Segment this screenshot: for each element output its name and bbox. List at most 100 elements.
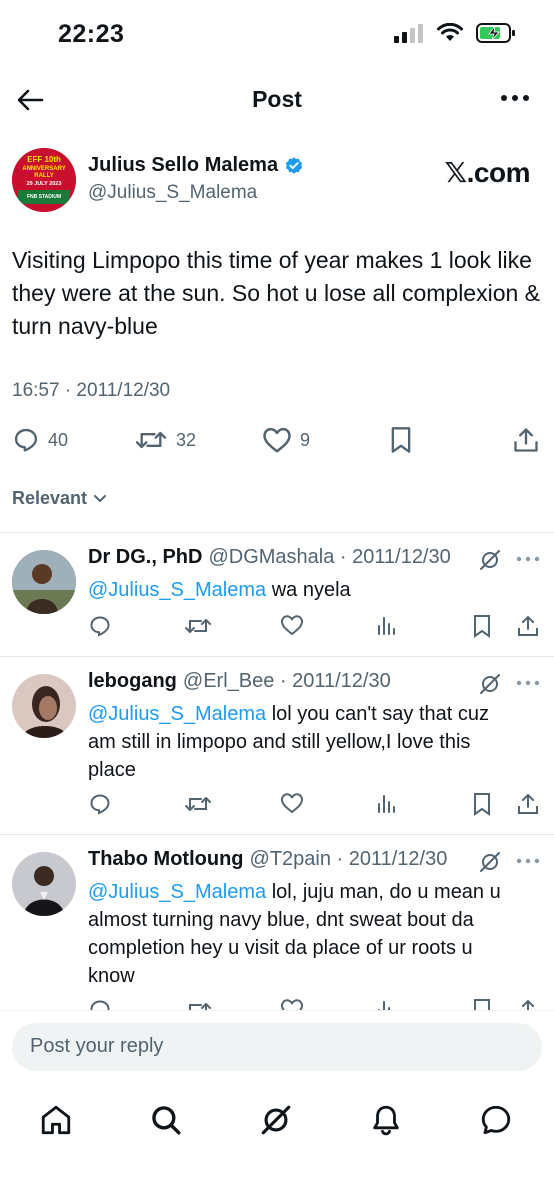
post-actions: 40 32 9 — [0, 426, 554, 460]
svg-text:EFF 10th: EFF 10th — [27, 155, 61, 164]
reply-action[interactable]: 40 — [12, 426, 68, 454]
more-icon[interactable] — [516, 680, 540, 686]
tab-search[interactable] — [146, 1100, 186, 1140]
grok-icon — [261, 1105, 291, 1135]
share-action[interactable] — [512, 426, 540, 454]
status-time: 22:23 — [58, 20, 125, 48]
reply-actions — [0, 792, 554, 818]
reply-author-name[interactable]: lebogang — [88, 670, 177, 693]
avatar-image — [12, 674, 76, 738]
share-icon[interactable] — [516, 792, 540, 816]
grok-icon[interactable] — [478, 850, 502, 874]
reply-composer: Post your reply — [0, 1010, 554, 1090]
more-icon — [501, 95, 529, 101]
reply-author-name[interactable]: Thabo Motloung — [88, 848, 244, 871]
like-icon[interactable] — [280, 792, 304, 814]
reply-icon[interactable] — [88, 792, 112, 816]
reply-text: @Julius_S_Malema lol you can't say that … — [88, 703, 489, 781]
chevron-down-icon — [94, 494, 107, 502]
wifi-icon — [437, 23, 463, 41]
mention-link[interactable]: @Julius_S_Malema — [88, 579, 266, 601]
author-handle[interactable]: @Julius_S_Malema — [88, 182, 257, 204]
like-icon[interactable] — [280, 614, 304, 636]
more-icon[interactable] — [516, 858, 540, 864]
repost-icon[interactable] — [184, 998, 212, 1010]
author-name[interactable]: Julius Sello Malema — [88, 154, 278, 177]
battery-icon — [476, 23, 515, 43]
avatar-image: EFF 10th ANNIVERSARY RALLY 29 JULY 2023 … — [12, 148, 76, 212]
post-timestamp[interactable]: 16:57 · 2011/12/30 — [12, 380, 170, 402]
reply-text: @Julius_S_Malema lol, juju man, do u mea… — [88, 881, 501, 987]
repost-action[interactable]: 32 — [134, 426, 196, 454]
nav-header: Post — [0, 72, 554, 128]
bookmark-icon[interactable] — [472, 792, 492, 816]
signal-icon — [394, 24, 423, 43]
bookmark-icon — [391, 427, 411, 453]
post-text: Visiting Limpopo this time of year makes… — [12, 247, 541, 339]
share-icon[interactable] — [516, 998, 540, 1010]
reply-item[interactable]: Dr DG., PhD @DGMashala · 2011/12/30 @Jul… — [0, 546, 554, 656]
like-action[interactable]: 9 — [262, 426, 310, 454]
tab-messages[interactable] — [476, 1100, 516, 1140]
reply-header: Thabo Motloung @T2pain · 2011/12/30 — [88, 848, 447, 871]
repost-icon[interactable] — [184, 792, 212, 816]
like-count: 9 — [300, 429, 311, 450]
status-icons — [394, 22, 516, 44]
views-icon[interactable] — [376, 792, 398, 816]
tab-notifications[interactable] — [366, 1100, 406, 1140]
more-icon[interactable] — [516, 556, 540, 562]
reply-item[interactable]: lebogang @Erl_Bee · 2011/12/30 @Julius_S… — [0, 670, 554, 834]
repost-icon — [135, 431, 167, 449]
reply-avatar[interactable] — [12, 674, 76, 738]
reply-icon[interactable] — [88, 614, 112, 638]
page-title: Post — [252, 86, 302, 112]
divider — [0, 532, 554, 533]
reply-icon[interactable] — [88, 998, 112, 1010]
reply-count: 40 — [48, 429, 69, 450]
svg-text:FNB STADIUM: FNB STADIUM — [27, 194, 61, 200]
tab-home[interactable] — [36, 1100, 76, 1140]
reply-icon — [14, 428, 38, 452]
reply-meta: @Erl_Bee · 2011/12/30 — [182, 670, 391, 692]
reply-avatar[interactable] — [12, 852, 76, 916]
svg-text:29 JULY 2023: 29 JULY 2023 — [27, 181, 62, 187]
grok-icon[interactable] — [478, 548, 502, 572]
sort-filter[interactable]: Relevant — [12, 488, 107, 509]
status-bar: 22:23 — [0, 0, 554, 72]
reply-meta: @T2pain · 2011/12/30 — [249, 848, 448, 870]
bottom-tab-bar — [0, 1090, 554, 1200]
sort-filter-label: Relevant — [12, 488, 88, 508]
reply-placeholder: Post your reply — [30, 1035, 164, 1057]
reply-input[interactable]: Post your reply — [12, 1023, 542, 1071]
reply-avatar[interactable] — [12, 550, 76, 614]
messages-icon — [481, 1105, 511, 1135]
more-button[interactable] — [498, 86, 532, 110]
reply-header: Dr DG., PhD @DGMashala · 2011/12/30 — [88, 546, 451, 569]
svg-text:ANNIVERSARY: ANNIVERSARY — [22, 166, 65, 172]
repost-icon[interactable] — [184, 614, 212, 638]
views-icon[interactable] — [376, 998, 398, 1010]
reply-item[interactable]: Thabo Motloung @T2pain · 2011/12/30 @Jul… — [0, 848, 554, 1010]
tab-grok[interactable] — [256, 1100, 296, 1140]
author-avatar[interactable]: EFF 10th ANNIVERSARY RALLY 29 JULY 2023 … — [12, 148, 76, 212]
like-icon[interactable] — [280, 998, 304, 1010]
divider — [0, 656, 554, 657]
grok-icon[interactable] — [478, 672, 502, 696]
x-watermark: 𝕏.com — [444, 157, 531, 188]
search-icon — [152, 1106, 181, 1135]
mention-link[interactable]: @Julius_S_Malema — [88, 881, 266, 903]
home-icon — [41, 1105, 71, 1135]
reply-meta: @DGMashala · 2011/12/30 — [208, 546, 451, 568]
mention-link[interactable]: @Julius_S_Malema — [88, 703, 266, 725]
bookmark-icon[interactable] — [472, 614, 492, 638]
like-icon — [263, 427, 291, 453]
svg-text:RALLY: RALLY — [34, 173, 53, 179]
repost-count: 32 — [176, 429, 197, 450]
reply-author-name[interactable]: Dr DG., PhD — [88, 546, 202, 569]
verified-icon — [285, 156, 303, 174]
bookmark-icon[interactable] — [472, 998, 492, 1010]
share-icon[interactable] — [516, 614, 540, 638]
bookmark-action[interactable] — [388, 426, 414, 454]
avatar-image — [12, 852, 76, 916]
views-icon[interactable] — [376, 614, 398, 638]
